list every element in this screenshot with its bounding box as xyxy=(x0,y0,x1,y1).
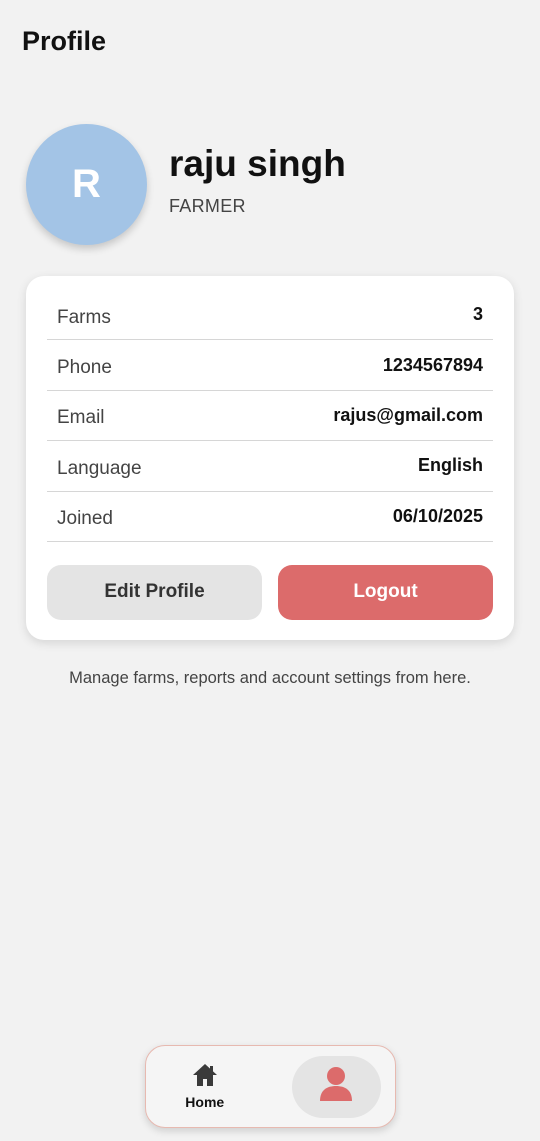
detail-label: Language xyxy=(57,457,142,479)
detail-value: 1234567894 xyxy=(382,354,483,375)
detail-label: Joined xyxy=(57,508,113,530)
detail-label: Phone xyxy=(57,357,112,379)
detail-row-phone: Phone 1234567894 xyxy=(47,340,493,391)
page-title: Profile xyxy=(22,26,107,56)
detail-value: English xyxy=(417,455,483,476)
logout-button[interactable]: Logout xyxy=(278,564,493,620)
detail-value: 06/10/2025 xyxy=(392,505,483,526)
detail-row-email: Email rajus@gmail.com xyxy=(47,391,493,442)
help-text: Manage farms, reports and account settin… xyxy=(69,669,471,687)
user-identity: raju singh FARMER xyxy=(169,142,346,218)
home-icon xyxy=(192,1063,218,1092)
nav-home-label: Home xyxy=(185,1094,225,1110)
profile-details-card: Farms 3 Phone 1234567894 Email rajus@gma… xyxy=(26,276,514,640)
avatar[interactable]: R xyxy=(26,124,147,245)
detail-value: rajus@gmail.com xyxy=(333,404,483,425)
user-name: raju singh xyxy=(169,142,346,184)
edit-profile-button[interactable]: Edit Profile xyxy=(47,564,262,620)
detail-label: Farms xyxy=(57,306,111,328)
detail-value: 3 xyxy=(472,304,483,325)
profile-header: R raju singh FARMER xyxy=(26,124,514,245)
detail-row-joined: Joined 06/10/2025 xyxy=(47,492,493,542)
bottom-nav: Home xyxy=(145,1045,396,1128)
user-icon xyxy=(319,1066,353,1107)
nav-item-profile[interactable] xyxy=(291,1055,381,1118)
nav-item-home[interactable]: Home xyxy=(160,1056,250,1118)
detail-row-language: Language English xyxy=(47,441,493,492)
detail-label: Email xyxy=(57,407,105,429)
detail-row-farms: Farms 3 xyxy=(47,290,493,341)
user-role: FARMER xyxy=(169,196,246,217)
profile-actions: Edit Profile Logout xyxy=(47,564,493,620)
